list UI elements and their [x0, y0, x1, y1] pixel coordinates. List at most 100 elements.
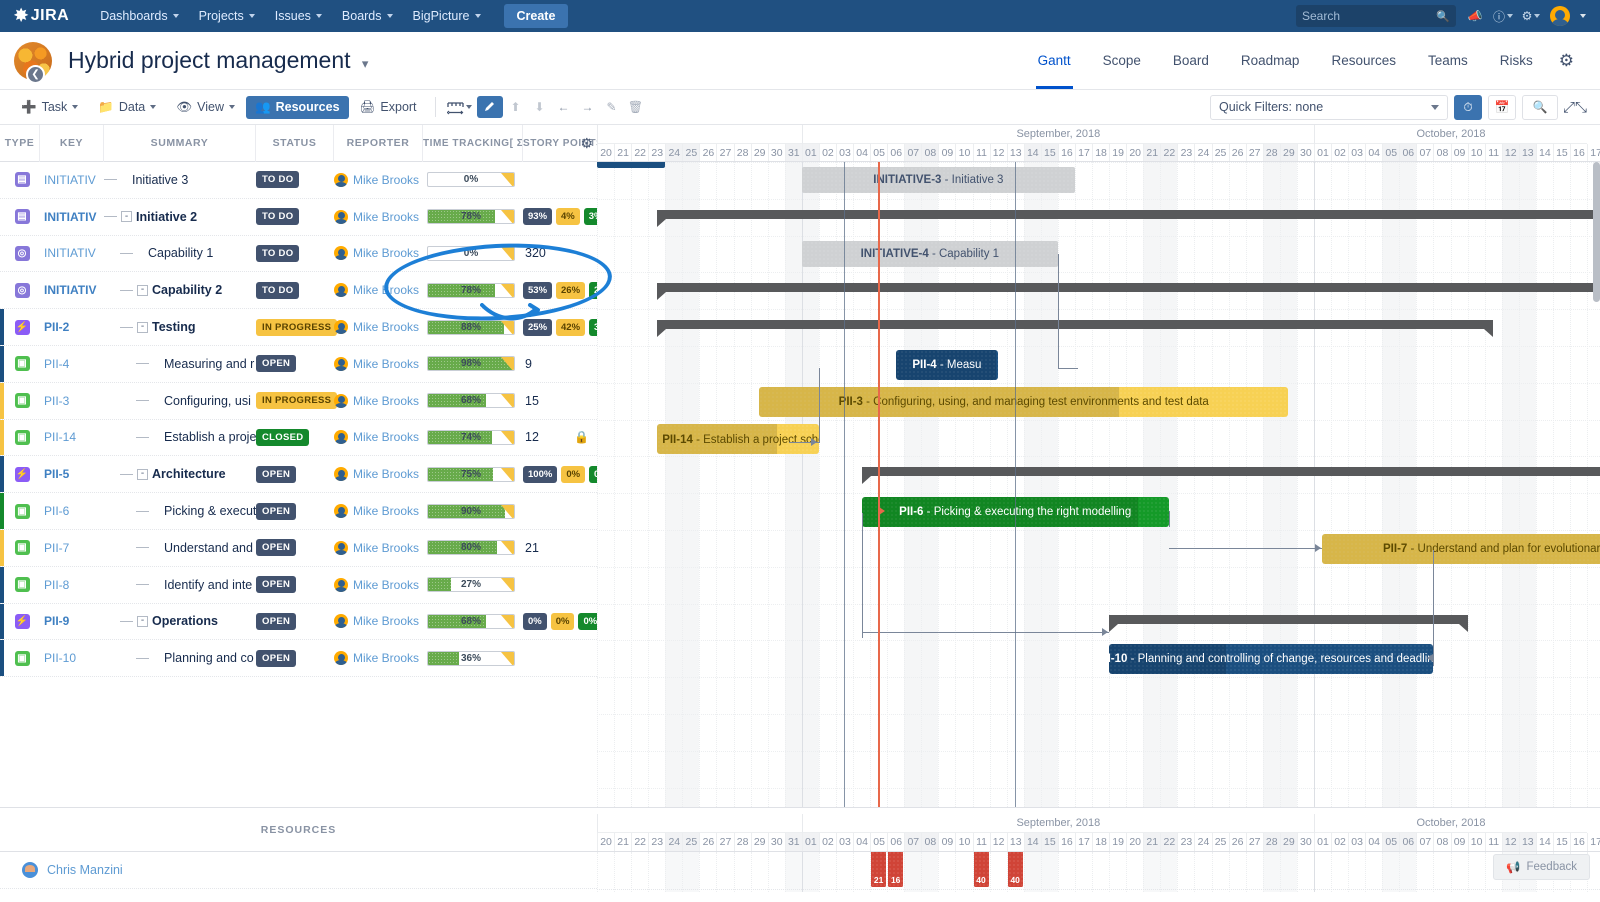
- table-row[interactable]: ◎INITIATIVCapability 1TO DOMike Brooks0%…: [0, 236, 597, 273]
- status-badge[interactable]: OPEN: [256, 503, 296, 520]
- gantt-bar[interactable]: PII-10 - Planning and controlling of cha…: [1109, 644, 1433, 674]
- row-issue-key[interactable]: PII-14: [40, 430, 104, 444]
- col-key[interactable]: KEY: [40, 125, 104, 162]
- row-reporter-cell[interactable]: Mike Brooks: [334, 246, 423, 260]
- table-row[interactable]: ⚡PII-9-OperationsOPENMike Brooks68%0%0%0…: [0, 604, 597, 641]
- table-row[interactable]: ▣PII-7Understand andOPENMike Brooks80%21: [0, 530, 597, 567]
- back-icon[interactable]: ←: [553, 96, 575, 118]
- status-badge[interactable]: OPEN: [256, 355, 296, 372]
- table-row[interactable]: ▣PII-6Picking & executOPENMike Brooks90%: [0, 493, 597, 530]
- project-title-caret[interactable]: ▾: [362, 56, 369, 71]
- nav-projects[interactable]: Projects: [190, 3, 264, 29]
- row-summary[interactable]: Measuring and r: [104, 357, 256, 371]
- row-summary[interactable]: Planning and co: [104, 651, 256, 665]
- table-row[interactable]: ▣PII-8Identify and inteOPENMike Brooks27…: [0, 567, 597, 604]
- search-icon[interactable]: 🔍: [1522, 95, 1558, 120]
- task-button[interactable]: ➕ Task: [12, 96, 87, 119]
- row-expand-toggle[interactable]: -: [137, 285, 148, 296]
- megaphone-icon[interactable]: 📣: [1466, 7, 1484, 25]
- row-summary[interactable]: -Architecture: [104, 467, 256, 481]
- status-badge[interactable]: OPEN: [256, 576, 296, 593]
- status-badge[interactable]: TO DO: [256, 282, 299, 299]
- row-summary[interactable]: Identify and inte: [104, 578, 256, 592]
- resources-button[interactable]: 👥 Resources: [246, 96, 349, 119]
- gear-icon[interactable]: ⚙: [1549, 32, 1584, 89]
- gantt-summary-bar[interactable]: [862, 467, 1600, 476]
- gantt-bar[interactable]: INITIATIVE-3 - Initiative 3: [802, 167, 1075, 193]
- row-expand-toggle[interactable]: -: [121, 211, 132, 222]
- status-badge[interactable]: IN PROGRESS: [256, 392, 337, 409]
- row-expand-toggle[interactable]: -: [137, 469, 148, 480]
- row-expand-toggle[interactable]: -: [137, 616, 148, 627]
- tab-resources[interactable]: Resources: [1315, 32, 1412, 89]
- col-type[interactable]: TYPE: [0, 125, 40, 162]
- row-issue-key[interactable]: PII-4: [40, 357, 104, 371]
- row-reporter-cell[interactable]: Mike Brooks: [334, 430, 423, 444]
- table-row[interactable]: ▣PII-3Configuring, usiIN PROGRESSMike Br…: [0, 383, 597, 420]
- table-row[interactable]: ▣PII-14Establish a projeCLOSEDMike Brook…: [0, 420, 597, 457]
- table-row[interactable]: ▣PII-4Measuring and rOPENMike Brooks98%9: [0, 346, 597, 383]
- chevron-down-icon[interactable]: [1580, 14, 1586, 18]
- table-row[interactable]: ◎INITIATIV-Capability 2TO DOMike Brooks7…: [0, 272, 597, 309]
- table-row[interactable]: ▣PII-10Planning and coOPENMike Brooks36%: [0, 640, 597, 677]
- export-button[interactable]: 🖨 Export: [351, 96, 426, 119]
- feedback-button[interactable]: 📢 Feedback: [1493, 854, 1590, 880]
- row-reporter-cell[interactable]: Mike Brooks: [334, 541, 423, 555]
- row-expand-toggle[interactable]: -: [137, 322, 148, 333]
- tab-scope[interactable]: Scope: [1087, 32, 1157, 89]
- calendar-icon[interactable]: 📅: [1488, 95, 1516, 120]
- nav-dashboards[interactable]: Dashboards: [91, 3, 187, 29]
- row-issue-key[interactable]: PII-3: [40, 394, 104, 408]
- gantt-bar[interactable]: PII-7 - Understand and plan for evolutio…: [1322, 534, 1600, 564]
- settings-icon[interactable]: ⚙: [1522, 7, 1540, 25]
- forward-icon[interactable]: →: [577, 96, 599, 118]
- table-row[interactable]: ⚡PII-2-TestingIN PROGRESSMike Brooks88%2…: [0, 309, 597, 346]
- row-issue-key[interactable]: INITIATIV: [40, 210, 104, 224]
- gantt-summary-bar[interactable]: [657, 210, 1600, 219]
- row-issue-key[interactable]: PII-9: [40, 614, 104, 628]
- fullscreen-icon[interactable]: ⤢⤡: [1564, 96, 1586, 118]
- row-summary[interactable]: Initiative 3: [104, 173, 256, 187]
- gantt-summary-bar[interactable]: [1109, 615, 1467, 624]
- gantt-bar[interactable]: INITIATIVE-4 - Capability 1: [802, 241, 1058, 267]
- status-badge[interactable]: CLOSED: [256, 429, 309, 446]
- status-badge[interactable]: TO DO: [256, 208, 299, 225]
- status-badge[interactable]: TO DO: [256, 171, 299, 188]
- tab-roadmap[interactable]: Roadmap: [1225, 32, 1316, 89]
- bolt-icon[interactable]: ⏱: [1454, 95, 1482, 120]
- trash-icon[interactable]: 🗑: [625, 96, 647, 118]
- user-avatar[interactable]: [1550, 6, 1570, 26]
- col-reporter[interactable]: REPORTER: [334, 125, 423, 162]
- resource-row[interactable]: Chris Manzini: [0, 852, 597, 889]
- edit-mode-icon[interactable]: [477, 96, 503, 118]
- view-button[interactable]: 👁 View: [167, 96, 244, 119]
- jira-logo[interactable]: ✸ JIRA: [14, 6, 69, 26]
- vertical-scrollbar[interactable]: [1593, 162, 1600, 302]
- row-reporter-cell[interactable]: Mike Brooks: [334, 357, 423, 371]
- row-reporter-cell[interactable]: Mike Brooks: [334, 320, 423, 334]
- nav-bigpicture[interactable]: BigPicture: [404, 3, 490, 29]
- row-summary[interactable]: Establish a proje: [104, 430, 256, 444]
- tab-teams[interactable]: Teams: [1412, 32, 1484, 89]
- table-row[interactable]: ▤INITIATIVInitiative 3TO DOMike Brooks0%: [0, 162, 597, 199]
- row-reporter-cell[interactable]: Mike Brooks: [334, 504, 423, 518]
- row-reporter-cell[interactable]: Mike Brooks: [334, 578, 423, 592]
- row-issue-key[interactable]: INITIATIV: [40, 283, 104, 297]
- gantt-bar[interactable]: PII-3 - Configuring, using, and managing…: [759, 387, 1288, 417]
- row-reporter-cell[interactable]: Mike Brooks: [334, 651, 423, 665]
- row-reporter-cell[interactable]: Mike Brooks: [334, 283, 423, 297]
- col-time-tracking[interactable]: TIME TRACKING[ Σ ]: [423, 125, 523, 162]
- row-issue-key[interactable]: PII-7: [40, 541, 104, 555]
- status-badge[interactable]: TO DO: [256, 245, 299, 262]
- quick-filters-select[interactable]: Quick Filters: none: [1210, 95, 1448, 120]
- pencil-icon[interactable]: ✎: [601, 96, 623, 118]
- create-button[interactable]: Create: [504, 4, 569, 28]
- workload-bar[interactable]: 21: [871, 852, 886, 887]
- row-reporter-cell[interactable]: Mike Brooks: [334, 210, 423, 224]
- gantt-bar-partial[interactable]: [597, 162, 665, 168]
- row-issue-key[interactable]: PII-6: [40, 504, 104, 518]
- nav-boards[interactable]: Boards: [333, 3, 402, 29]
- row-issue-key[interactable]: PII-5: [40, 467, 104, 481]
- workload-bar[interactable]: 16: [888, 852, 903, 887]
- row-issue-key[interactable]: INITIATIV: [40, 246, 104, 260]
